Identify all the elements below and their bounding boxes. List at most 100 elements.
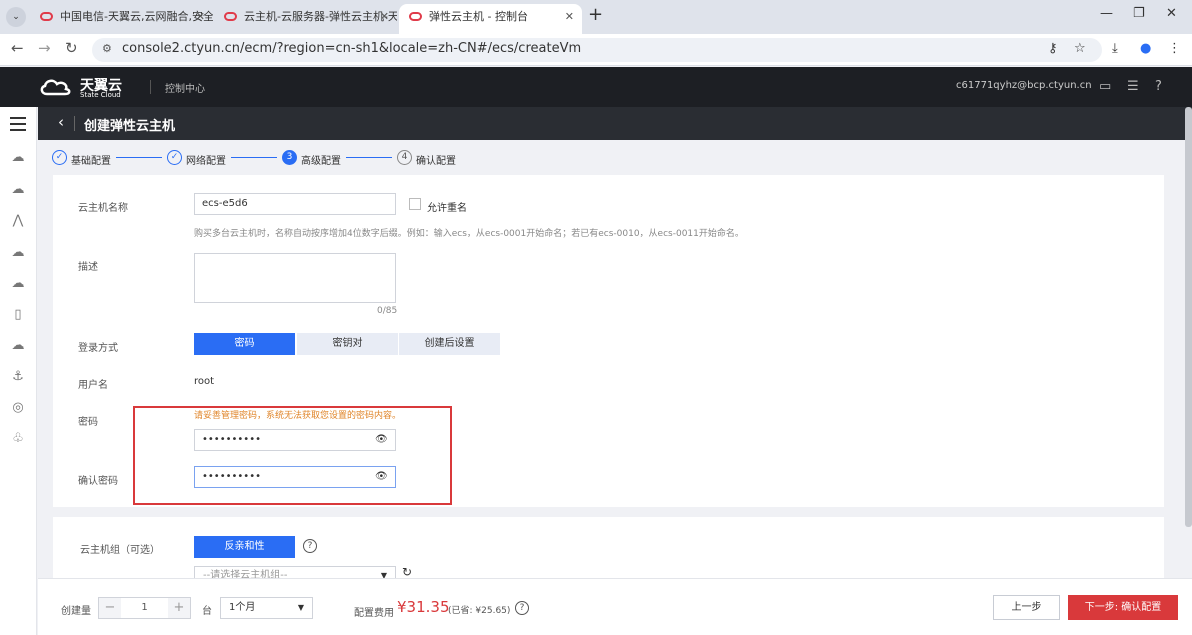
star-icon[interactable]: ☆	[1074, 41, 1086, 56]
login-later-tab[interactable]: 创建后设置	[399, 333, 500, 355]
login-password-tab[interactable]: 密码	[194, 333, 295, 355]
password-label: 密码	[78, 417, 98, 428]
step-2-check-icon: ✓	[167, 150, 182, 165]
dropdown-caret-icon: ▼	[297, 603, 304, 612]
quantity-value[interactable]: 1	[121, 598, 168, 618]
quantity-label: 创建量	[61, 606, 91, 617]
step-connector	[116, 157, 162, 158]
step-1-label: 基础配置	[71, 156, 111, 167]
dropdown-caret-icon: ▼	[380, 571, 387, 578]
ctyun-logo-icon	[40, 79, 71, 96]
close-tab-icon[interactable]: ✕	[565, 4, 574, 30]
logo-subtitle: State Cloud	[80, 91, 121, 99]
back-arrow-icon[interactable]: ‹	[58, 113, 64, 131]
refresh-icon[interactable]: ↻	[402, 565, 412, 579]
restore-icon[interactable]: ❐	[1133, 6, 1145, 21]
step-2-label: 网络配置	[186, 156, 226, 167]
host-group-card: 云主机组（可选） 反亲和性 ? --请选择云主机组-- ▼ ↻	[53, 517, 1164, 579]
key-icon[interactable]: ⚷	[1048, 41, 1058, 56]
browser-tab-2[interactable]: 云主机-云服务器-弹性云主机-天... ✕	[214, 4, 397, 34]
console-link[interactable]: 控制中心	[165, 80, 205, 95]
user-account[interactable]: c61771qyhz@bcp.ctyun.cn	[956, 80, 1092, 91]
storage-icon[interactable]: ☁	[9, 181, 27, 199]
browser-tab-3[interactable]: 弹性云主机 - 控制台 ✕	[399, 4, 582, 34]
stepper-bar: ✓ 基础配置 ✓ 网络配置 3 高级配置 4 确认配置	[38, 140, 1192, 174]
cloud-up-icon[interactable]: ☁	[9, 275, 27, 293]
profile-icon[interactable]: ●	[1140, 41, 1151, 56]
ctyun-favicon-icon	[224, 12, 237, 21]
help-question-icon[interactable]: ?	[303, 539, 317, 553]
fee-label: 配置费用	[354, 608, 394, 619]
page-title: 创建弹性云主机	[84, 119, 176, 134]
ctyun-favicon-icon	[409, 12, 422, 21]
host-group-select[interactable]: --请选择云主机组-- ▼	[194, 566, 396, 578]
ctyun-favicon-icon	[40, 12, 53, 21]
browser-tab-bar: ⌄ 中国电信-天翼云,云网融合,安全... ✕ 云主机-云服务器-弹性云主机-天…	[0, 0, 1192, 34]
ip-icon[interactable]: ◎	[9, 399, 27, 417]
quantity-stepper[interactable]: − 1 +	[98, 597, 191, 619]
next-step-button[interactable]: 下一步: 确认配置	[1068, 595, 1178, 620]
increase-button[interactable]: +	[168, 598, 190, 618]
duration-value: 1个月	[229, 602, 256, 613]
header-divider	[150, 80, 151, 94]
login-method-label: 登录方式	[78, 343, 118, 354]
allow-duplicate-label: 允许重名	[427, 203, 467, 214]
tab-title: 弹性云主机 - 控制台	[429, 10, 528, 23]
url-field[interactable]: ⚙ console2.ctyun.cn/ecm/?region=cn-sh1&l…	[92, 38, 1102, 62]
settings-sliders-icon[interactable]: ☰	[1127, 79, 1139, 94]
duration-select[interactable]: 1个月 ▼	[220, 597, 313, 619]
advanced-config-card: 云主机名称 ecs-e5d6 允许重名 购买多台云主机时，名称自动按序增加4位数…	[53, 175, 1164, 507]
download-icon[interactable]: ⤓	[1112, 41, 1118, 56]
bridge-icon[interactable]: ⋀	[9, 212, 27, 230]
url-text: console2.ctyun.cn/ecm/?region=cn-sh1&loc…	[122, 41, 582, 56]
browser-tab-1[interactable]: 中国电信-天翼云,云网融合,安全... ✕	[30, 4, 213, 34]
page-scrollbar[interactable]	[1185, 107, 1192, 527]
price-value: ¥31.35	[397, 598, 450, 616]
menu-icon[interactable]: ⋮	[1168, 41, 1181, 56]
page-title-bar: ‹ 创建弹性云主机	[38, 107, 1192, 140]
forward-icon[interactable]: →	[38, 39, 51, 57]
tab-title: 中国电信-天翼云,云网融合,安全...	[60, 10, 213, 23]
document-icon[interactable]: ▯	[9, 306, 27, 324]
tab-search-icon[interactable]: ⌄	[6, 7, 26, 27]
description-textarea[interactable]	[194, 253, 396, 303]
step-connector	[346, 157, 392, 158]
saved-amount: (已省: ¥25.65)	[448, 606, 511, 616]
username-label: 用户名	[78, 380, 108, 391]
cloud-icon[interactable]: ☁	[9, 244, 27, 262]
host-group-label: 云主机组（可选）	[80, 545, 160, 556]
description-label: 描述	[78, 262, 98, 273]
step-1-check-icon: ✓	[52, 150, 67, 165]
anchor-icon[interactable]: ⚓	[9, 368, 27, 386]
previous-step-button[interactable]: 上一步	[993, 595, 1060, 620]
close-tab-icon[interactable]: ✕	[196, 4, 205, 30]
reload-icon[interactable]: ↻	[65, 39, 78, 57]
description-counter: 0/85	[377, 306, 398, 316]
message-icon[interactable]: ▭	[1099, 79, 1111, 94]
vm-name-input[interactable]: ecs-e5d6	[194, 193, 396, 215]
left-rail: ☁ ☁ ⋀ ☁ ☁ ▯ ☁ ⚓ ◎ ♧	[0, 107, 37, 635]
cluster-icon[interactable]: ♧	[9, 430, 27, 448]
cloud-network-icon[interactable]: ☁	[9, 337, 27, 355]
confirm-password-label: 确认密码	[78, 476, 118, 487]
allow-duplicate-checkbox[interactable]	[409, 198, 421, 210]
help-icon[interactable]: ?	[1155, 79, 1162, 94]
step-4-label: 确认配置	[416, 156, 456, 167]
address-bar-row: ← → ↻ ⚙ console2.ctyun.cn/ecm/?region=cn…	[0, 34, 1192, 66]
unit-label: 台	[202, 606, 212, 617]
close-window-icon[interactable]: ✕	[1166, 6, 1177, 21]
decrease-button[interactable]: −	[99, 598, 121, 618]
tab-title: 云主机-云服务器-弹性云主机-天...	[244, 10, 397, 23]
site-settings-icon[interactable]: ⚙	[102, 42, 112, 55]
cloud-host-icon[interactable]: ☁	[9, 149, 27, 167]
minimize-icon[interactable]: —	[1100, 6, 1113, 21]
name-label: 云主机名称	[78, 203, 128, 214]
close-tab-icon[interactable]: ✕	[380, 4, 389, 30]
back-icon[interactable]: ←	[11, 39, 24, 57]
step-3-label: 高级配置	[301, 156, 341, 167]
anti-affinity-button[interactable]: 反亲和性	[194, 536, 295, 558]
login-keypair-tab[interactable]: 密钥对	[297, 333, 398, 355]
new-tab-icon[interactable]: +	[588, 4, 603, 25]
hamburger-menu-icon[interactable]	[10, 117, 26, 131]
fee-help-icon[interactable]: ?	[515, 601, 529, 615]
